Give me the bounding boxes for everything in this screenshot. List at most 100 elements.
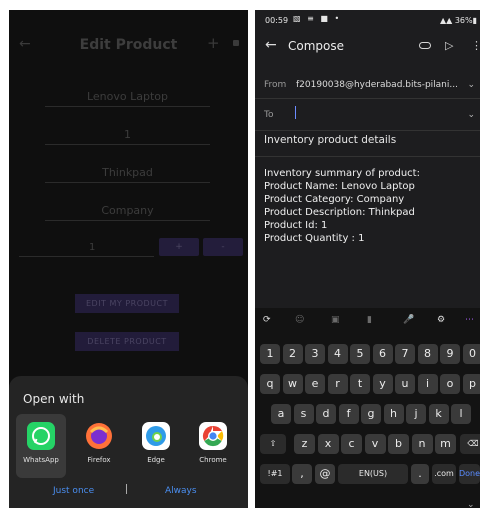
battery-level: 36%	[454, 16, 473, 25]
backspace-key[interactable]: ⌫	[460, 434, 480, 454]
number-key[interactable]: 1	[260, 344, 280, 364]
product-name-field[interactable]: Lenovo Laptop	[45, 90, 210, 107]
more-icon[interactable]: ⋯	[465, 315, 474, 325]
symbols-key[interactable]: !#1	[260, 464, 290, 484]
compose-title: Compose	[288, 39, 345, 53]
edit-product-button[interactable]: EDIT MY PRODUCT	[75, 294, 179, 313]
product-id-field[interactable]: 1	[45, 128, 210, 145]
letter-key[interactable]: y	[372, 374, 393, 394]
app-whatsapp[interactable]: WhatsApp	[16, 414, 66, 478]
letter-key[interactable]: s	[293, 404, 314, 424]
letter-key[interactable]: v	[364, 434, 386, 454]
always-button[interactable]: Always	[165, 486, 197, 496]
letter-key[interactable]: h	[383, 404, 404, 424]
shift-key[interactable]: ⇧	[260, 434, 286, 454]
letter-key[interactable]: l	[451, 404, 471, 424]
letter-key[interactable]: u	[395, 374, 415, 394]
status-time: 00:59	[265, 16, 289, 25]
letter-key[interactable]: x	[317, 434, 339, 454]
number-key[interactable]: 7	[395, 344, 415, 364]
letter-key[interactable]: c	[341, 434, 362, 454]
chevron-down-icon[interactable]: ⌄	[467, 110, 475, 120]
letter-key[interactable]: p	[462, 374, 480, 394]
subject-field[interactable]: Inventory product details	[264, 134, 396, 146]
letter-key[interactable]: d	[316, 404, 336, 424]
open-with-sheet: Open with WhatsApp Firefox Edge Chrome J…	[9, 376, 248, 508]
gmail-compose-screen: 00:59 ▧ ≡ ■ • ▲▲ 36%▮ ← Compose ▷ ⋮ From…	[255, 10, 480, 508]
more-vert-icon[interactable]: ⋮	[471, 39, 480, 52]
app-label: WhatsApp	[23, 456, 59, 464]
delete-product-button[interactable]: DELETE PRODUCT	[75, 332, 179, 351]
letter-key[interactable]: e	[305, 374, 325, 394]
sticker-icon[interactable]: ▣	[331, 315, 340, 325]
app-label: Edge	[147, 456, 165, 464]
text-cursor	[295, 106, 296, 119]
to-label: To	[264, 110, 274, 120]
keyboard-toolbar: ⟳ ☺ ▣ ▮ 🎤 ⚙ ⋯	[255, 308, 480, 334]
letter-key[interactable]: w	[282, 374, 303, 394]
increment-button[interactable]: +	[159, 238, 199, 256]
number-key[interactable]: 5	[350, 344, 370, 364]
sheet-title: Open with	[23, 392, 85, 406]
letter-key[interactable]: n	[411, 434, 433, 454]
quantity-field[interactable]: 1	[19, 242, 154, 257]
more-icon[interactable]	[233, 40, 239, 46]
app-edge[interactable]: Edge	[131, 414, 181, 478]
decrement-button[interactable]: -	[203, 238, 243, 256]
letter-key[interactable]: t	[350, 374, 370, 394]
chevron-down-icon[interactable]: ⌄	[467, 80, 475, 90]
letter-key[interactable]: z	[294, 434, 315, 454]
email-body[interactable]: Inventory summary of product: Product Na…	[264, 167, 420, 245]
microphone-icon[interactable]: 🎤	[403, 315, 414, 325]
space-key[interactable]: EN(US)	[338, 464, 408, 484]
just-once-button[interactable]: Just once	[53, 486, 94, 496]
letter-key[interactable]: r	[327, 374, 348, 394]
number-key[interactable]: 4	[327, 344, 348, 364]
edit-product-screen: ← Edit Product + Lenovo Laptop 1 Thinkpa…	[9, 10, 248, 508]
battery-icon: ▮	[472, 16, 477, 25]
keyboard: ⟳ ☺ ▣ ▮ 🎤 ⚙ ⋯ 1234567890 qwertyuiop asdf…	[255, 308, 480, 508]
number-key[interactable]: 8	[417, 344, 438, 364]
compose-app-bar: ← Compose ▷ ⋮	[255, 30, 480, 66]
letter-key[interactable]: q	[260, 374, 280, 394]
product-category-field[interactable]: Company	[45, 204, 210, 221]
number-key[interactable]: 0	[462, 344, 480, 364]
number-key[interactable]: 9	[440, 344, 460, 364]
letter-key[interactable]: f	[338, 404, 359, 424]
app-label: Chrome	[199, 456, 227, 464]
to-row[interactable]: To ⌄	[255, 98, 480, 131]
emoji-icon[interactable]: ☺	[295, 315, 304, 325]
number-key[interactable]: 3	[305, 344, 325, 364]
number-key[interactable]: 6	[372, 344, 393, 364]
hide-keyboard-icon[interactable]: ⌄	[467, 500, 475, 508]
from-row[interactable]: From f20190038@hyderabad.bits-pilani... …	[255, 66, 480, 99]
letter-key[interactable]: a	[271, 404, 291, 424]
gif-icon[interactable]: ▮	[367, 315, 372, 325]
done-key[interactable]: Done	[459, 464, 480, 484]
plus-icon[interactable]: +	[207, 34, 220, 52]
app-chrome[interactable]: Chrome	[188, 414, 238, 478]
status-right: ▲▲ 36%▮	[440, 16, 477, 25]
notification-icons: ▧ ≡ ■ •	[293, 14, 342, 23]
letter-key[interactable]: k	[428, 404, 449, 424]
divider	[126, 484, 127, 494]
attachment-icon[interactable]	[419, 42, 431, 49]
letter-key[interactable]: m	[435, 434, 456, 454]
comma-key[interactable]: ,	[292, 464, 312, 484]
dotcom-key[interactable]: .com	[432, 464, 456, 484]
edge-icon	[142, 422, 170, 450]
letter-key[interactable]: i	[417, 374, 438, 394]
at-key[interactable]: @	[315, 464, 335, 484]
period-key[interactable]: .	[411, 464, 429, 484]
letter-key[interactable]: j	[406, 404, 426, 424]
back-arrow-icon[interactable]: ←	[265, 37, 277, 53]
clipboard-sync-icon[interactable]: ⟳	[263, 315, 271, 325]
product-description-field[interactable]: Thinkpad	[45, 166, 210, 183]
app-firefox[interactable]: Firefox	[74, 414, 124, 478]
letter-key[interactable]: o	[440, 374, 460, 394]
settings-icon[interactable]: ⚙	[437, 315, 445, 325]
send-icon[interactable]: ▷	[445, 39, 453, 52]
letter-key[interactable]: g	[361, 404, 381, 424]
letter-key[interactable]: b	[388, 434, 409, 454]
number-key[interactable]: 2	[282, 344, 303, 364]
